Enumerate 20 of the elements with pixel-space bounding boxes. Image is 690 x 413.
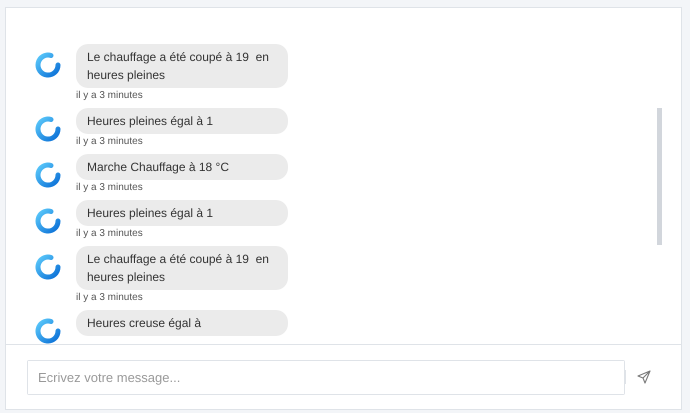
message-field[interactable]: Ecrivez votre message...	[27, 360, 625, 394]
ring-logo-icon	[34, 253, 62, 281]
message-bubble: Marche Chauffage à 18 °C	[76, 154, 288, 180]
message-time: il y a 3 minutes	[76, 292, 144, 304]
message-bubble: Heures pleines égal à 1	[76, 108, 288, 134]
message-time: il y a 3 minutes	[76, 228, 144, 240]
message-bubble: Le chauffage a été coupé à 19 en heures pleines	[76, 246, 288, 290]
ring-logo-icon	[34, 51, 62, 79]
message-bubble: Heures creuse égal à	[76, 310, 288, 336]
message-bubble: Le chauffage a été coupé à 19 en heures pleines	[76, 44, 288, 88]
ring-logo-icon	[34, 317, 62, 344]
ring-logo-icon	[34, 161, 62, 189]
ring-logo-icon	[34, 207, 62, 235]
message-bubble: Heures pleines égal à 1	[76, 200, 288, 226]
send-icon	[636, 370, 650, 384]
ring-logo-icon	[34, 115, 62, 143]
message-time: il y a 3 minutes	[76, 182, 144, 194]
message-time: il y a 3 minutes	[76, 90, 144, 102]
message-time: il y a 3 minutes	[76, 136, 144, 148]
scrollbar[interactable]	[657, 108, 662, 245]
